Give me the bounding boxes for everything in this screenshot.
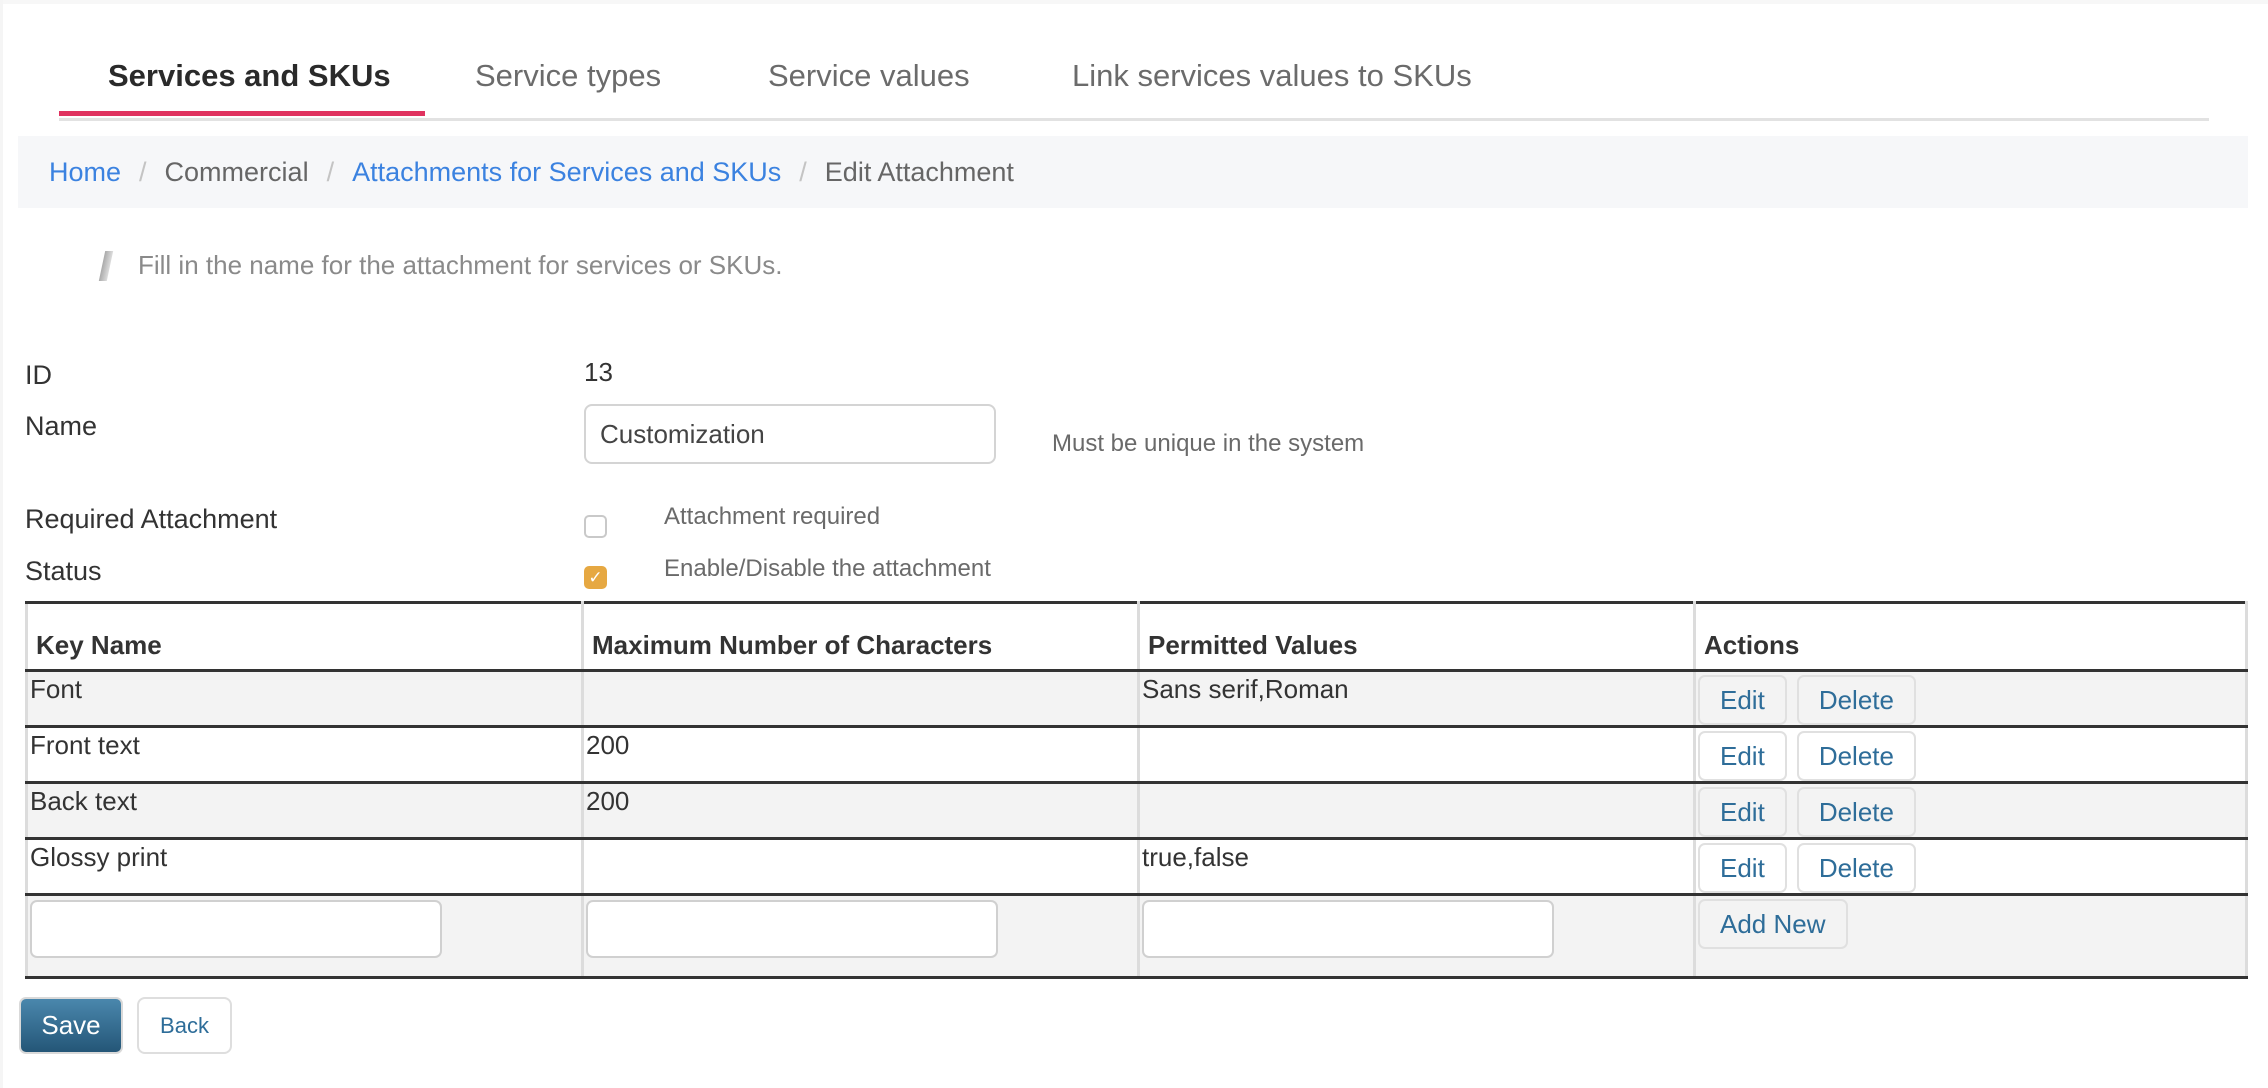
tab-service-values[interactable]: Service values	[768, 58, 970, 94]
cell-permitted-values	[1137, 725, 1696, 784]
required-attachment-text: Attachment required	[664, 503, 881, 530]
cell-max-characters	[581, 837, 1140, 896]
breadcrumb-separator: /	[326, 156, 335, 187]
name-input[interactable]	[584, 404, 996, 464]
edit-button[interactable]: Edit	[1698, 731, 1787, 781]
cell-key-name: Back text	[25, 781, 584, 840]
cell-actions: Edit Delete	[1693, 725, 2248, 784]
edit-button[interactable]: Edit	[1698, 843, 1787, 893]
delete-button[interactable]: Delete	[1796, 731, 1916, 781]
breadcrumb-current: Edit Attachment	[824, 156, 1014, 187]
cell-key-name: Font	[25, 669, 584, 728]
hint-callout: Fill in the name for the attachment for …	[98, 250, 783, 281]
cell-max-characters	[581, 669, 1140, 728]
cell-key-name: Glossy print	[25, 837, 584, 896]
status-checkbox[interactable]: ✓	[584, 566, 607, 589]
table-row: Back text 200 Edit Delete	[25, 781, 2248, 840]
breadcrumb-separator: /	[799, 156, 807, 187]
back-button[interactable]: Back	[137, 997, 232, 1054]
cell-max-characters: 200	[581, 781, 1140, 840]
required-attachment-checkbox[interactable]	[584, 515, 607, 538]
breadcrumb-separator: /	[139, 156, 147, 187]
breadcrumb-home[interactable]: Home	[49, 157, 121, 188]
table-row: Front text 200 Edit Delete	[25, 725, 2248, 784]
breadcrumb-attachments[interactable]: Attachments for Services and SKUs	[352, 157, 781, 188]
hint-bar-icon	[98, 250, 114, 281]
breadcrumb-commercial: Commercial	[164, 156, 309, 187]
cell-max-characters: 200	[581, 725, 1140, 784]
save-button[interactable]: Save	[19, 997, 123, 1054]
status-label: Status	[25, 556, 102, 586]
cell-new-actions: Add New	[1693, 893, 2248, 979]
new-permitted-values-input[interactable]	[1142, 900, 1554, 958]
status-text: Enable/Disable the attachment	[664, 555, 991, 582]
cell-new-max-characters	[581, 893, 1140, 979]
delete-button[interactable]: Delete	[1796, 843, 1916, 893]
cell-actions: Edit Delete	[1693, 837, 2248, 896]
cell-key-name: Front text	[25, 725, 584, 784]
add-new-button[interactable]: Add New	[1698, 899, 1848, 949]
edit-button[interactable]: Edit	[1698, 675, 1787, 725]
attachment-keys-table: Key Name Maximum Number of Characters Pe…	[25, 601, 2248, 979]
name-help-text: Must be unique in the system	[1052, 430, 1365, 457]
cell-permitted-values: Sans serif,Roman	[1137, 669, 1696, 728]
new-max-characters-input[interactable]	[586, 900, 998, 958]
cell-permitted-values	[1137, 781, 1696, 840]
new-key-name-input[interactable]	[30, 900, 442, 958]
delete-button[interactable]: Delete	[1796, 675, 1916, 725]
delete-button[interactable]: Delete	[1796, 787, 1916, 837]
id-value: 13	[584, 357, 613, 387]
tab-bar: Services and SKUs Service types Service …	[59, 40, 2209, 121]
header-permitted-values: Permitted Values	[1137, 601, 1696, 672]
left-edge	[0, 0, 3, 1088]
edit-button[interactable]: Edit	[1698, 787, 1787, 837]
top-edge	[0, 0, 2268, 4]
cell-permitted-values: true,false	[1137, 837, 1696, 896]
breadcrumb: Home / Commercial / Attachments for Serv…	[18, 136, 2248, 208]
required-attachment-label: Required Attachment	[25, 504, 278, 534]
id-label: ID	[25, 360, 52, 390]
tab-link-services-values[interactable]: Link services values to SKUs	[1072, 58, 1472, 94]
cell-actions: Edit Delete	[1693, 781, 2248, 840]
new-key-row: Add New	[25, 893, 2248, 979]
cell-new-permitted-values	[1137, 893, 1696, 979]
table-header-row: Key Name Maximum Number of Characters Pe…	[25, 601, 2248, 672]
name-label: Name	[25, 411, 98, 441]
header-actions: Actions	[1693, 601, 2248, 672]
header-max-characters: Maximum Number of Characters	[581, 601, 1140, 672]
tab-services-and-skus[interactable]: Services and SKUs	[108, 58, 391, 94]
cell-new-key-name	[25, 893, 584, 979]
hint-text: Fill in the name for the attachment for …	[138, 250, 783, 280]
header-key-name: Key Name	[25, 601, 584, 672]
table-row: Glossy print true,false Edit Delete	[25, 837, 2248, 896]
active-tab-indicator	[59, 111, 425, 116]
tab-service-types[interactable]: Service types	[475, 58, 661, 94]
table-row: Font Sans serif,Roman Edit Delete	[25, 669, 2248, 728]
checkmark-icon: ✓	[588, 568, 603, 587]
cell-actions: Edit Delete	[1693, 669, 2248, 728]
